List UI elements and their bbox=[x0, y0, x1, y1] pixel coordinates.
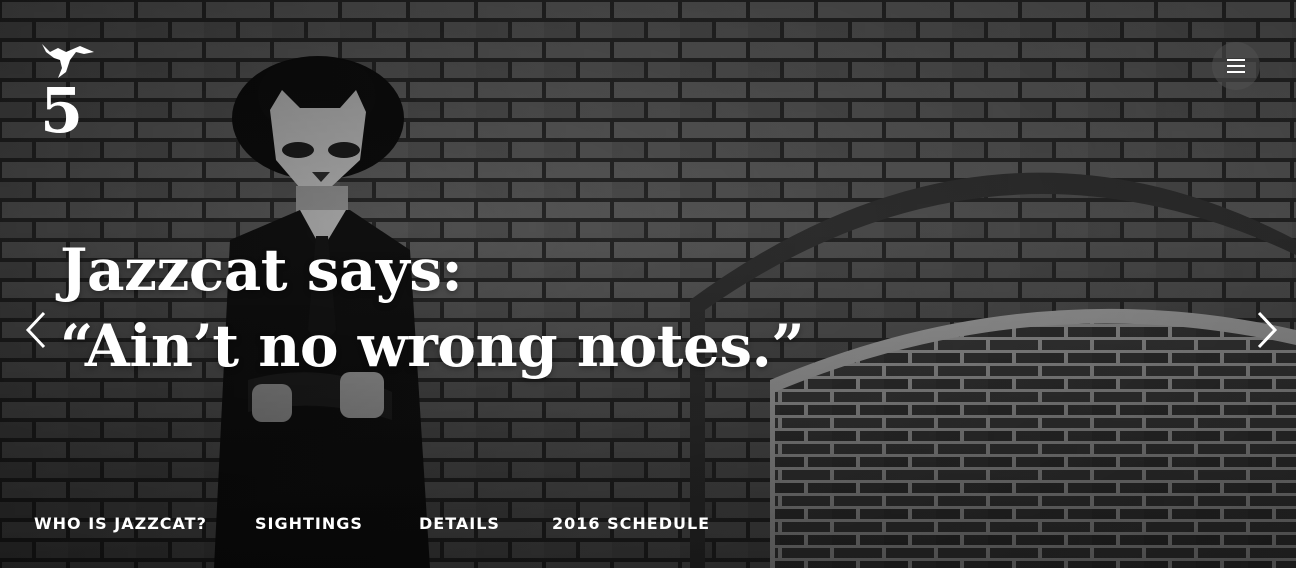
hero-section: 5 Jazzcat says: “Ain’t no wrong notes.” … bbox=[0, 0, 1296, 568]
logo[interactable]: 5 bbox=[36, 38, 100, 147]
nav-link-who-is-jazzcat[interactable]: WHO IS JAZZCAT? bbox=[34, 514, 207, 533]
menu-button[interactable] bbox=[1212, 42, 1260, 90]
nav-link-details[interactable]: DETAILS bbox=[419, 514, 500, 533]
chevron-right-icon bbox=[1257, 311, 1278, 349]
headline-line-2: “Ain’t no wrong notes.” bbox=[60, 312, 805, 380]
nav-link-sightings[interactable]: SIGHTINGS bbox=[255, 514, 363, 533]
headline-line-1: Jazzcat says: bbox=[60, 236, 463, 304]
chevron-left-icon bbox=[25, 311, 46, 349]
logo-number: 5 bbox=[40, 74, 83, 134]
carousel-next-button[interactable] bbox=[1249, 305, 1285, 355]
carousel-prev-button[interactable] bbox=[18, 305, 54, 355]
hero-headline: Jazzcat says: “Ain’t no wrong notes.” bbox=[60, 232, 805, 384]
jazzcat-figure-icon: 5 bbox=[40, 44, 94, 147]
nav-link-2016-schedule[interactable]: 2016 SCHEDULE bbox=[552, 514, 710, 533]
hamburger-menu-icon bbox=[1227, 59, 1245, 73]
